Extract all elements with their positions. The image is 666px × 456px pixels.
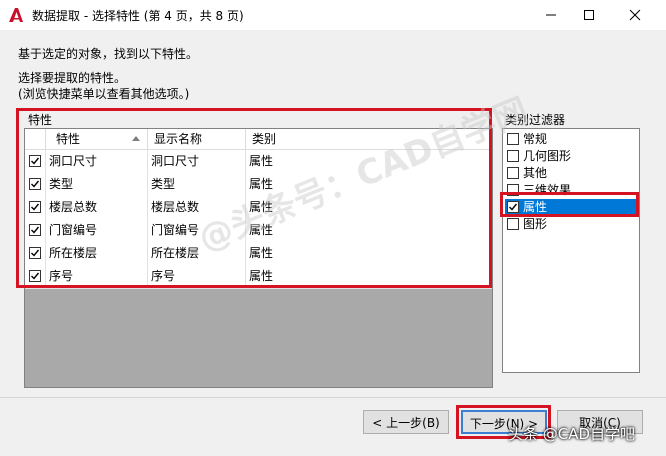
highlight-box-properties — [16, 108, 492, 288]
close-icon — [629, 9, 641, 21]
window-title: 数据提取 - 选择特性 (第 4 页，共 8 页) — [32, 9, 244, 23]
back-button[interactable]: < 上一步(B) — [363, 410, 449, 434]
highlight-box-filter — [500, 192, 639, 217]
filter-item-label: 几何图形 — [523, 149, 572, 163]
filter-item-label: 常规 — [523, 132, 548, 146]
hint-text: (浏览快捷菜单以查看其他选项。) — [18, 87, 190, 101]
title-bar: 数据提取 - 选择特性 (第 4 页，共 8 页) — [0, 0, 666, 30]
category-filter-list[interactable]: 常规 几何图形 其他 三维效果 属性 图形 — [502, 128, 640, 373]
corner-watermark: 头条 @CAD自学吧 — [508, 425, 636, 443]
intro-text: 基于选定的对象，找到以下特性。 — [18, 47, 199, 61]
filter-item[interactable]: 几何图形 — [505, 148, 637, 165]
filter-checkbox[interactable] — [507, 133, 519, 145]
filter-item[interactable]: 图形 — [505, 216, 637, 233]
minimize-icon — [546, 14, 556, 16]
filter-checkbox[interactable] — [507, 150, 519, 162]
filter-item-label: 图形 — [523, 217, 548, 231]
filter-item[interactable]: 常规 — [505, 131, 637, 148]
footer-separator — [0, 397, 666, 398]
filter-checkbox[interactable] — [507, 167, 519, 179]
filter-checkbox[interactable] — [507, 218, 519, 230]
instruction-text: 选择要提取的特性。 — [18, 71, 127, 85]
filter-item-label: 其他 — [523, 166, 548, 180]
category-filter-label: 类别过滤器 — [505, 113, 566, 127]
filter-item[interactable]: 其他 — [505, 165, 637, 182]
maximize-icon — [584, 10, 594, 20]
autocad-logo-icon — [9, 8, 23, 22]
maximize-button[interactable] — [566, 0, 612, 30]
close-button[interactable] — [612, 0, 658, 30]
